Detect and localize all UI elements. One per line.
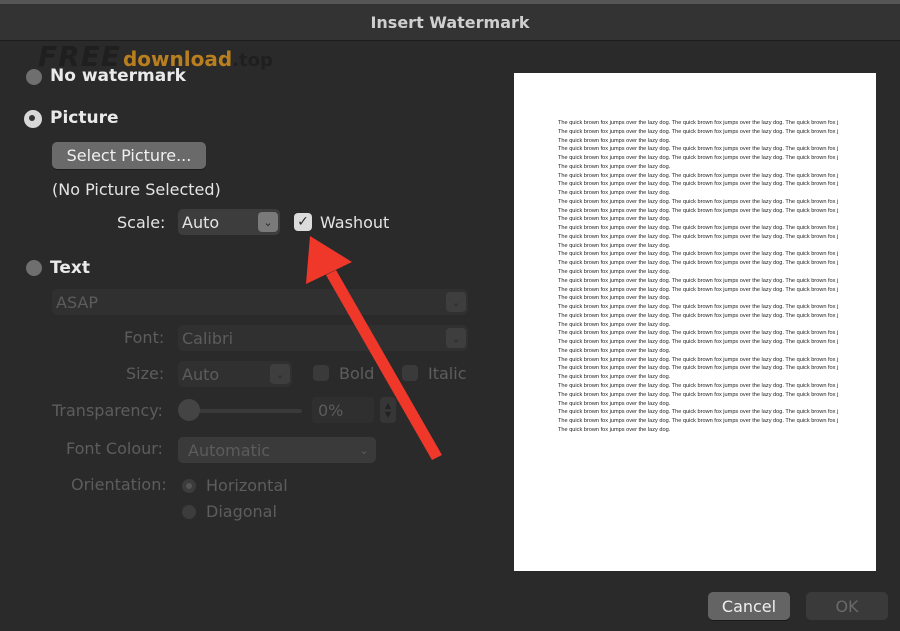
- transparency-field[interactable]: 0%: [312, 397, 374, 423]
- annotation-arrow-head: [306, 236, 352, 284]
- preview-line: The quick brown fox jumps over the lazy …: [558, 356, 838, 363]
- transparency-stepper[interactable]: ▲ ▼: [380, 397, 396, 423]
- italic-label: Italic: [428, 364, 467, 383]
- preview-line: The quick brown fox jumps over the lazy …: [558, 269, 671, 276]
- preview-line: The quick brown fox jumps over the lazy …: [558, 225, 838, 232]
- size-label: Size:: [126, 364, 165, 383]
- preview-line: The quick brown fox jumps over the lazy …: [558, 365, 838, 372]
- diagonal-label: Diagonal: [206, 502, 277, 521]
- preview-line: The quick brown fox jumps over the lazy …: [558, 120, 838, 126]
- preview-line: The quick brown fox jumps over the lazy …: [558, 260, 838, 267]
- preview-line: The quick brown fox jumps over the lazy …: [558, 137, 671, 144]
- preview-line: The quick brown fox jumps over the lazy …: [558, 418, 838, 425]
- text-value: ASAP: [56, 292, 98, 312]
- washout-label: Washout: [320, 213, 390, 232]
- preview-line: The quick brown fox jumps over the lazy …: [558, 216, 671, 223]
- no-watermark-radio[interactable]: [26, 69, 42, 85]
- transparency-slider-knob[interactable]: [178, 399, 200, 421]
- preview-line: The quick brown fox jumps over the lazy …: [558, 426, 671, 433]
- preview-line: The quick brown fox jumps over the lazy …: [558, 286, 838, 293]
- preview-line: The quick brown fox jumps over the lazy …: [558, 207, 838, 214]
- preview-line: The quick brown fox jumps over the lazy …: [558, 163, 671, 170]
- preview-line: The quick brown fox jumps over the lazy …: [558, 382, 838, 389]
- preview-line: The quick brown fox jumps over the lazy …: [558, 409, 838, 416]
- transparency-label: Transparency:: [52, 401, 163, 420]
- preview-line: The quick brown fox jumps over the lazy …: [558, 400, 671, 407]
- checkmark-icon: ✓: [297, 214, 309, 230]
- preview-line: The quick brown fox jumps over the lazy …: [558, 321, 671, 328]
- preview-line: The quick brown fox jumps over the lazy …: [558, 181, 838, 188]
- scale-value: Auto: [182, 212, 220, 232]
- horizontal-radio[interactable]: [182, 479, 196, 493]
- preview-line: The quick brown fox jumps over the lazy …: [558, 242, 671, 249]
- orientation-label: Orientation:: [71, 475, 167, 494]
- preview-line: The quick brown fox jumps over the lazy …: [558, 304, 838, 311]
- stepper-down-icon: ▼: [384, 410, 392, 419]
- chevron-down-icon: ⌄: [446, 328, 466, 348]
- bold-label: Bold: [339, 364, 375, 383]
- preview-line: The quick brown fox jumps over the lazy …: [558, 233, 838, 240]
- preview-line: The quick brown fox jumps over the lazy …: [558, 198, 838, 205]
- preview-line: The quick brown fox jumps over the lazy …: [558, 339, 838, 346]
- size-popup[interactable]: Auto ⌄: [178, 361, 292, 387]
- diagonal-radio[interactable]: [182, 505, 196, 519]
- preview-line: The quick brown fox jumps over the lazy …: [558, 155, 838, 162]
- italic-checkbox[interactable]: [402, 365, 418, 381]
- window-title: Insert Watermark: [0, 4, 900, 41]
- preview-line: The quick brown fox jumps over the lazy …: [558, 391, 838, 398]
- chevron-down-icon: ⌄: [446, 292, 466, 312]
- ok-button[interactable]: OK: [806, 592, 888, 620]
- site-watermark-top: .top: [232, 50, 273, 71]
- preview-line: The quick brown fox jumps over the lazy …: [558, 172, 838, 179]
- preview-line: The quick brown fox jumps over the lazy …: [558, 251, 838, 258]
- text-combo[interactable]: ASAP ⌄: [52, 289, 468, 315]
- text-radio[interactable]: [26, 260, 42, 276]
- preview-line: The quick brown fox jumps over the lazy …: [558, 312, 838, 319]
- select-picture-button[interactable]: Select Picture...: [52, 142, 206, 169]
- picture-radio[interactable]: [24, 110, 42, 128]
- size-value: Auto: [182, 364, 220, 384]
- font-popup[interactable]: Calibri ⌄: [178, 325, 468, 351]
- scale-label: Scale:: [117, 213, 166, 232]
- font-colour-label: Font Colour:: [66, 439, 163, 458]
- preview-line: The quick brown fox jumps over the lazy …: [558, 190, 671, 197]
- preview-body-text: The quick brown fox jumps over the lazy …: [558, 119, 838, 435]
- cancel-button[interactable]: Cancel: [708, 592, 790, 620]
- preview-line: The quick brown fox jumps over the lazy …: [558, 295, 671, 302]
- text-label: Text: [50, 258, 90, 278]
- preview-line: The quick brown fox jumps over the lazy …: [558, 277, 838, 284]
- picture-status-text: (No Picture Selected): [52, 180, 221, 199]
- watermark-preview-page: The quick brown fox jumps over the lazy …: [514, 73, 876, 571]
- washout-checkbox[interactable]: ✓: [294, 213, 312, 231]
- bold-checkbox[interactable]: [313, 365, 329, 381]
- no-watermark-label: No watermark: [50, 66, 186, 86]
- chevron-down-icon: ⌄: [258, 212, 278, 232]
- preview-line: The quick brown fox jumps over the lazy …: [558, 128, 838, 135]
- chevron-down-icon: ⌄: [359, 443, 369, 457]
- font-value: Calibri: [182, 328, 234, 348]
- horizontal-label: Horizontal: [206, 476, 288, 495]
- preview-line: The quick brown fox jumps over the lazy …: [558, 146, 838, 153]
- picture-label: Picture: [50, 108, 119, 128]
- preview-line: The quick brown fox jumps over the lazy …: [558, 347, 671, 354]
- chevron-down-icon: ⌄: [270, 364, 290, 384]
- preview-line: The quick brown fox jumps over the lazy …: [558, 374, 671, 381]
- font-label: Font:: [124, 328, 165, 347]
- stepper-up-icon: ▲: [384, 401, 392, 410]
- scale-popup[interactable]: Auto ⌄: [178, 209, 280, 235]
- font-colour-value: Automatic: [188, 440, 271, 460]
- preview-line: The quick brown fox jumps over the lazy …: [558, 330, 838, 337]
- font-colour-popup[interactable]: Automatic ⌄: [178, 437, 376, 463]
